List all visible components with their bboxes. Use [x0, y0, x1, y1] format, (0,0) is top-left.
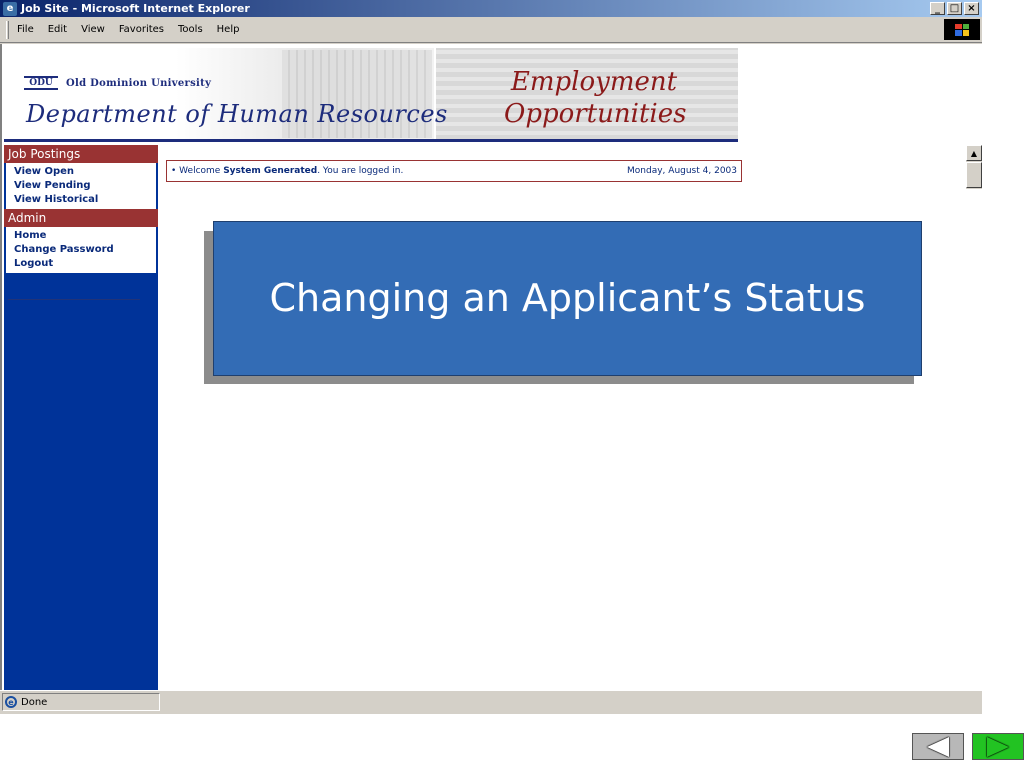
menu-favorites[interactable]: Favorites — [119, 24, 164, 35]
sidebar-heading-admin: Admin — [4, 209, 158, 227]
sidebar-item-home[interactable]: Home — [14, 229, 156, 243]
status-bar: e Done — [0, 690, 982, 714]
sidebar-item-view-pending[interactable]: View Pending — [14, 179, 156, 193]
status-pane: e Done — [2, 693, 160, 711]
status-text: Done — [21, 696, 48, 708]
odu-logo-icon: ODU — [24, 76, 58, 90]
next-slide-button[interactable] — [972, 733, 1024, 760]
title-bar: e Job Site - Microsoft Internet Explorer… — [0, 0, 982, 17]
banner-heading-line2: Opportunities — [504, 99, 687, 129]
menu-edit[interactable]: Edit — [48, 24, 67, 35]
sidebar-heading-job-postings: Job Postings — [4, 145, 158, 163]
menu-view[interactable]: View — [81, 24, 105, 35]
arrow-right-icon — [987, 736, 1009, 757]
welcome-bar: • Welcome System Generated. You are logg… — [166, 160, 742, 182]
windows-logo-icon — [944, 19, 980, 40]
ie-icon: e — [3, 1, 17, 16]
window-title: Job Site - Microsoft Internet Explorer — [21, 2, 250, 15]
current-date: Monday, August 4, 2003 — [627, 166, 737, 176]
sidebar: Job Postings View Open View Pending View… — [4, 145, 158, 690]
vertical-scrollbar[interactable]: ▲ — [966, 145, 982, 189]
site-banner: ODU Old Dominion University Department o… — [4, 48, 738, 140]
arrow-left-icon — [927, 736, 949, 757]
slide-title: Changing an Applicant’s Status — [269, 276, 866, 320]
page-status-icon: e — [5, 696, 17, 708]
menu-tools[interactable]: Tools — [178, 24, 203, 35]
banner-divider — [4, 139, 738, 142]
scroll-up-arrow-icon[interactable]: ▲ — [966, 145, 982, 161]
university-name: Old Dominion University — [66, 78, 212, 89]
banner-heading-line1: Employment — [510, 67, 678, 97]
toolbar-grip[interactable] — [6, 20, 9, 39]
maximize-button[interactable]: □ — [947, 2, 962, 15]
menu-file[interactable]: File — [17, 24, 34, 35]
sidebar-item-logout[interactable]: Logout — [14, 257, 156, 271]
sidebar-item-change-password[interactable]: Change Password — [14, 243, 156, 257]
minimize-button[interactable]: _ — [930, 2, 945, 15]
scroll-thumb[interactable] — [966, 162, 982, 188]
welcome-message: • Welcome System Generated. You are logg… — [171, 166, 404, 176]
department-name: Department of Human Resources — [26, 100, 448, 128]
close-button[interactable]: × — [964, 2, 979, 15]
slide-title-box: Changing an Applicant’s Status — [213, 221, 922, 376]
menu-bar: File Edit View Favorites Tools Help — [0, 17, 982, 43]
user-name: System Generated — [223, 166, 318, 176]
sidebar-divider — [8, 299, 140, 300]
banner-heading: Employment Opportunities — [504, 66, 687, 130]
menu-help[interactable]: Help — [217, 24, 240, 35]
sidebar-item-view-open[interactable]: View Open — [14, 165, 156, 179]
sidebar-item-view-historical[interactable]: View Historical — [14, 193, 156, 207]
previous-slide-button[interactable] — [912, 733, 964, 760]
